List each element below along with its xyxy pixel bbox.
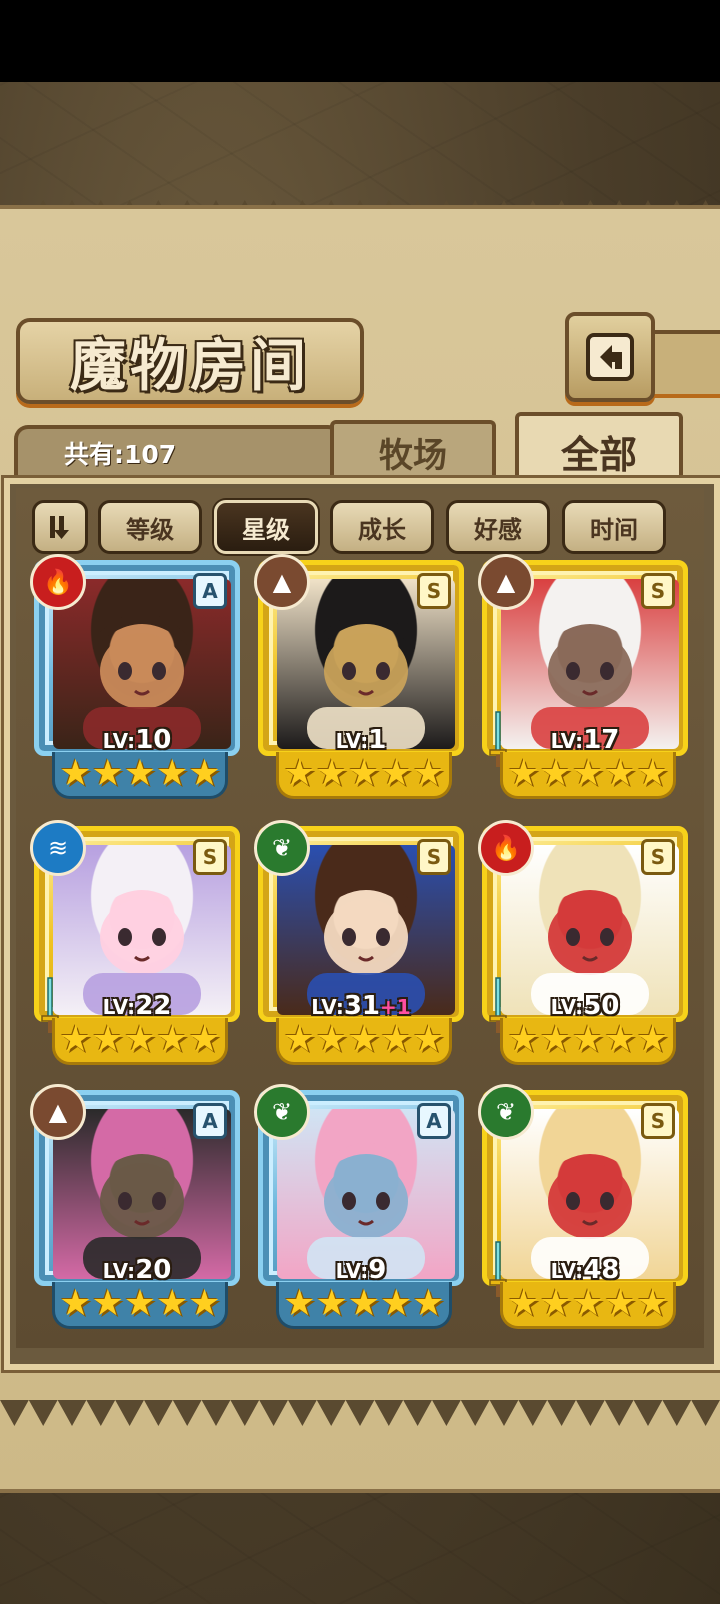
rank-badge: S <box>641 573 675 609</box>
level-prefix: LV: <box>335 1259 369 1283</box>
total-count: 共有:107 <box>64 440 177 469</box>
earth-icon: ▲ <box>478 554 534 610</box>
water-icon: ≋ <box>30 820 86 876</box>
rank-badge: A <box>193 1103 227 1139</box>
earth-icon: ▲ <box>254 554 310 610</box>
sort-by-level[interactable]: 等级 <box>98 500 202 554</box>
monster-card[interactable]: A LV:20 ▲ ★★★★★ <box>30 1084 240 1335</box>
level-prefix: LV: <box>102 729 136 753</box>
monster-card[interactable]: S LV:31+1 ❦ ★★★★★ <box>254 820 464 1071</box>
level-label: LV:31+1 <box>263 991 459 1021</box>
level-value: 9 <box>368 1255 387 1285</box>
tab-ranch-label: 牧场 <box>379 435 447 476</box>
rank-letter: S <box>202 845 218 869</box>
level-label: LV:48 <box>487 1255 683 1285</box>
rank-badge: S <box>641 1103 675 1139</box>
fire-icon: 🔥 <box>30 554 86 610</box>
star-rating: ★★★★★ <box>276 752 452 799</box>
level-value: 17 <box>583 725 620 755</box>
rank-letter: S <box>650 845 666 869</box>
page-title: 魔物房间 <box>70 332 310 399</box>
monster-card[interactable]: S LV:22 ≋ ★★★★★ <box>30 820 240 1071</box>
rank-badge: S <box>417 839 451 875</box>
level-label: LV:20 <box>39 1255 235 1285</box>
rank-badge: S <box>417 573 451 609</box>
level-label: LV:22 <box>39 991 235 1021</box>
back-arrow-icon <box>586 333 634 381</box>
leaf-icon: ❦ <box>254 1084 310 1140</box>
sort-by-star[interactable]: 星级 <box>214 500 318 554</box>
back-button[interactable] <box>565 312 655 402</box>
monster-card[interactable]: S LV:48 ❦ ★★★★★ <box>478 1084 688 1335</box>
star-rating: ★★★★★ <box>276 1282 452 1329</box>
level-value: 48 <box>583 1255 620 1285</box>
level-value: 22 <box>135 991 172 1021</box>
sort-by-affection[interactable]: 好感 <box>446 500 550 554</box>
total-count-bar: 共有:107 <box>14 425 342 477</box>
level-value: 1 <box>368 725 387 755</box>
rank-badge: S <box>641 839 675 875</box>
earth-icon: ▲ <box>30 1084 86 1140</box>
star-rating: ★★★★★ <box>52 1018 228 1065</box>
rank-letter: A <box>202 579 218 603</box>
monster-card[interactable]: S LV:17 ▲ ★★★★★ <box>478 554 688 805</box>
fire-icon: 🔥 <box>478 820 534 876</box>
monster-card[interactable]: S LV:50 🔥 ★★★★★ <box>478 820 688 1071</box>
level-label: LV:10 <box>39 725 235 755</box>
rank-badge: A <box>417 1103 451 1139</box>
level-bonus: +1 <box>380 995 411 1019</box>
monster-card[interactable]: A LV:9 ❦ ★★★★★ <box>254 1084 464 1335</box>
leaf-icon: ❦ <box>478 1084 534 1140</box>
sort-by-growth[interactable]: 成长 <box>330 500 434 554</box>
star-rating: ★★★★★ <box>500 752 676 799</box>
level-prefix: LV: <box>550 995 584 1019</box>
level-label: LV:1 <box>263 725 459 755</box>
level-prefix: LV: <box>311 995 344 1019</box>
rank-letter: S <box>650 1109 666 1133</box>
monster-card[interactable]: A LV:10 🔥 ★★★★★ <box>30 554 240 805</box>
rank-letter: S <box>426 845 442 869</box>
level-label: LV:9 <box>263 1255 459 1285</box>
tab-ranch[interactable]: 牧场 <box>330 420 496 480</box>
level-value: 10 <box>135 725 172 755</box>
level-value: 20 <box>135 1255 172 1285</box>
level-label: LV:50 <box>487 991 683 1021</box>
rank-badge: S <box>193 839 227 875</box>
star-rating: ★★★★★ <box>52 752 228 799</box>
rank-letter: S <box>426 579 442 603</box>
rank-letter: S <box>650 579 666 603</box>
sort-by-time[interactable]: 时间 <box>562 500 666 554</box>
sort-order-icon <box>50 516 69 539</box>
star-rating: ★★★★★ <box>52 1282 228 1329</box>
monster-card[interactable]: S LV:1 ▲ ★★★★★ <box>254 554 464 805</box>
leaf-icon: ❦ <box>254 820 310 876</box>
title-plate: 魔物房间 <box>16 318 364 404</box>
star-rating: ★★★★★ <box>500 1282 676 1329</box>
star-rating: ★★★★★ <box>500 1018 676 1065</box>
rank-letter: A <box>426 1109 442 1133</box>
tab-all-label: 全部 <box>560 431 637 477</box>
sort-order-toggle[interactable] <box>32 500 88 554</box>
level-prefix: LV: <box>335 729 369 753</box>
level-prefix: LV: <box>102 1259 136 1283</box>
level-prefix: LV: <box>102 995 136 1019</box>
status-bar <box>0 0 720 82</box>
rank-badge: A <box>193 573 227 609</box>
tab-all[interactable]: 全部 <box>515 412 683 486</box>
star-rating: ★★★★★ <box>276 1018 452 1065</box>
level-value: 31 <box>343 991 381 1021</box>
level-label: LV:17 <box>487 725 683 755</box>
level-value: 50 <box>583 991 620 1021</box>
level-prefix: LV: <box>550 729 584 753</box>
rank-letter: A <box>202 1109 218 1133</box>
level-prefix: LV: <box>550 1259 584 1283</box>
